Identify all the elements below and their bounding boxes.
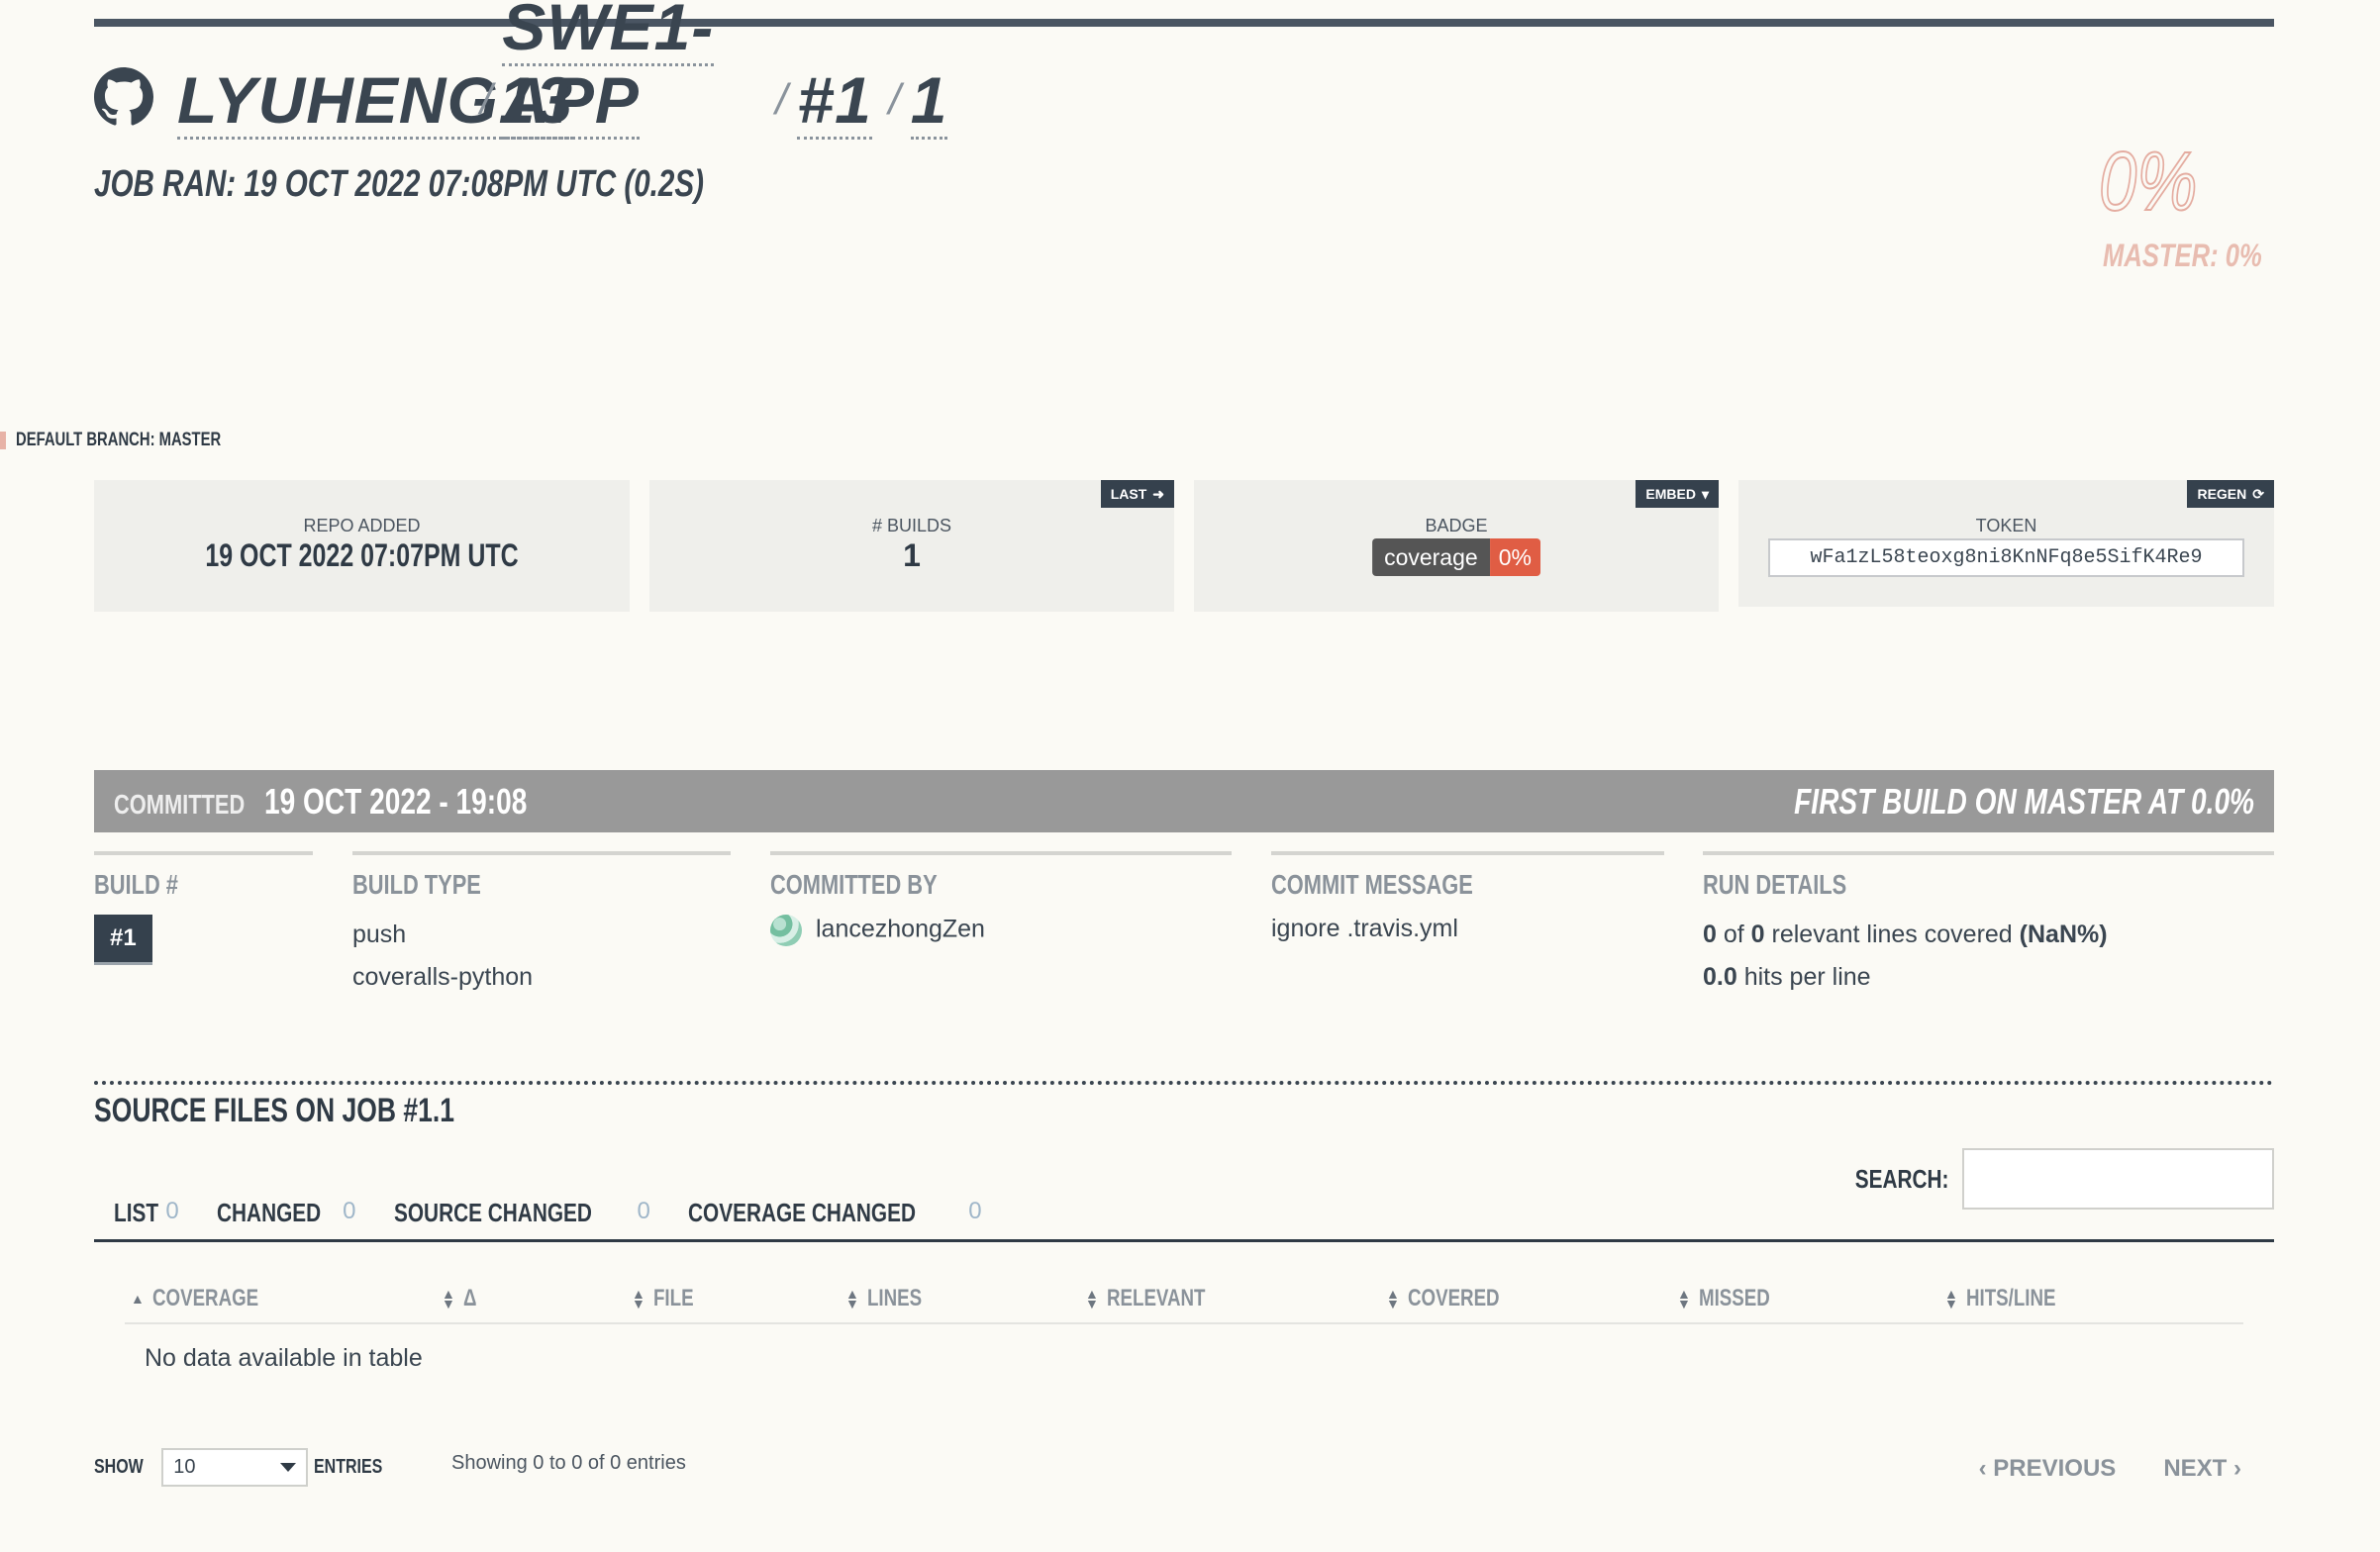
builds-card: LAST ➜ # BUILDS 1 <box>649 480 1174 612</box>
sort-icon: ▲ ▼ <box>442 1286 455 1311</box>
chevron-left-icon: ‹ <box>1978 1455 1994 1482</box>
coverage-percent: 0% <box>2098 134 2198 229</box>
arrow-circle-right-icon: ➜ <box>1152 485 1164 502</box>
last-build-button[interactable]: LAST ➜ <box>1100 480 1174 508</box>
card-label: TOKEN <box>1975 516 2037 535</box>
file-tabs: LIST 0 CHANGED 0 SOURCE CHANGED 0 COVERAGE … <box>94 1198 2274 1242</box>
repo-added-card: REPO ADDED 19 OCT 2022 07:07PM UTC <box>94 480 630 612</box>
sort-asc-icon: ▲ <box>131 1291 145 1307</box>
first-build-summary: FIRST BUILD ON MASTER AT 0.0% <box>1794 780 2254 822</box>
embed-button[interactable]: EMBED ▾ <box>1636 480 1719 508</box>
sort-icon: ▲ ▼ <box>845 1286 859 1311</box>
commit-message-heading: COMMIT MESSAGE <box>1271 869 1473 900</box>
sort-icon: ▲ ▼ <box>1085 1286 1099 1311</box>
build-number-heading: BUILD # <box>94 869 178 900</box>
repo-token-field[interactable]: wFa1zL58teoxg8ni8KnNFq8e5SifK4Re9 <box>1768 538 2244 577</box>
tab-source-changed[interactable]: SOURCE CHANGED 0 <box>374 1198 668 1239</box>
token-card: REGEN ⟳ TOKEN wFa1zL58teoxg8ni8KnNFq8e5S… <box>1738 480 2274 607</box>
column-lines[interactable]: ▲ ▼ LINES <box>845 1285 938 1312</box>
tab-coverage-changed[interactable]: COVERAGE CHANGED 0 <box>668 1198 1000 1239</box>
column-delta[interactable]: ▲ ▼ Δ <box>442 1285 480 1312</box>
avatar <box>770 915 802 946</box>
chevron-right-icon: › <box>2227 1455 2241 1482</box>
card-value: 19 OCT 2022 07:07PM UTC <box>205 537 519 573</box>
default-branch-text: DEFAULT BRANCH: MASTER <box>16 430 222 450</box>
showing-info: Showing 0 to 0 of 0 entries <box>451 1452 686 1474</box>
committer: lancezhongZen <box>770 915 1232 946</box>
breadcrumb-build-link[interactable]: #1 <box>797 63 872 140</box>
chevron-down-icon <box>280 1463 297 1472</box>
previous-button[interactable]: ‹ PREVIOUS <box>1979 1455 2117 1483</box>
breadcrumb-separator: / <box>480 75 493 124</box>
refresh-icon: ⟳ <box>2252 485 2264 502</box>
branch-marker <box>0 432 6 449</box>
column-relevant[interactable]: ▲ ▼ RELEVANT <box>1085 1285 1233 1312</box>
source-files-title: SOURCE FILES ON JOB #1.1 <box>94 1092 455 1129</box>
card-label: BADGE <box>1425 516 1488 535</box>
build-type-value: push <box>352 921 407 948</box>
committer-name[interactable]: lancezhongZen <box>816 916 985 943</box>
sort-icon: ▲ ▼ <box>632 1286 645 1311</box>
table-header: ▲ COVERAGE ▲ ▼ Δ ▲ ▼ FILE ▲ ▼ LINES ▲ ▼ RELEVANT … <box>125 1277 2243 1324</box>
search-label: SEARCH: <box>1854 1163 1948 1194</box>
section-divider <box>94 1081 2274 1085</box>
column-coverage[interactable]: ▲ COVERAGE <box>131 1285 288 1312</box>
breadcrumb-repo-link[interactable]: SWE1-APP <box>502 0 715 140</box>
embed-label: EMBED <box>1645 486 1696 502</box>
commit-message: ignore .travis.yml <box>1271 915 1458 942</box>
column-file[interactable]: ▲ ▼ FILE <box>632 1285 705 1312</box>
commit-bar: COMMITTED 19 OCT 2022 - 19:08 FIRST BUIL… <box>94 770 2274 832</box>
relevant-lines-covered: 0 of 0 relevant lines covered (NaN%) <box>1703 921 2108 948</box>
badge-card: EMBED ▾ BADGE coverage 0% <box>1194 480 1719 612</box>
committed-by-column: COMMITTED BY lancezhongZen <box>770 851 1232 946</box>
build-service-value: coveralls-python <box>352 963 534 991</box>
build-number-badge[interactable]: #1 <box>94 915 152 965</box>
breadcrumb-separator: / <box>888 75 901 124</box>
sort-icon: ▲ ▼ <box>1677 1286 1691 1311</box>
default-branch-label: DEFAULT BRANCH: MASTER <box>0 430 279 451</box>
column-hits-per-line[interactable]: ▲ ▼ HITS/LINE <box>1944 1285 2081 1312</box>
build-type-heading: BUILD TYPE <box>352 869 481 900</box>
pagination: ‹ PREVIOUS NEXT › <box>1979 1455 2241 1483</box>
build-number-column: BUILD # #1 <box>94 851 313 965</box>
card-label: # BUILDS <box>871 516 952 535</box>
badge-left: coverage <box>1372 538 1490 576</box>
entries-label: ENTRIES <box>314 1456 383 1478</box>
hits-per-line: 0.0 hits per line <box>1703 963 1871 991</box>
breadcrumb-separator: / <box>775 75 788 124</box>
sort-icon: ▲ ▼ <box>1386 1286 1400 1311</box>
commit-message-column: COMMIT MESSAGE ignore .travis.yml <box>1271 851 1664 943</box>
run-details-heading: RUN DETAILS <box>1703 869 1847 900</box>
build-type-column: BUILD TYPE push coveralls-python <box>352 851 731 992</box>
next-button[interactable]: NEXT › <box>2163 1455 2241 1483</box>
column-missed[interactable]: ▲ ▼ MISSED <box>1677 1285 1790 1312</box>
card-value: 1 <box>903 537 921 573</box>
caret-down-icon: ▾ <box>1701 485 1709 502</box>
badge-right: 0% <box>1489 538 1540 576</box>
regen-button[interactable]: REGEN ⟳ <box>2187 480 2274 508</box>
github-icon[interactable] <box>94 67 153 127</box>
run-details-column: RUN DETAILS 0 of 0 relevant lines covere… <box>1703 851 2274 992</box>
entries-select[interactable]: 10 <box>161 1448 309 1487</box>
committed-date: 19 OCT 2022 - 19:08 <box>263 780 527 822</box>
tab-list[interactable]: LIST 0 <box>94 1198 197 1239</box>
committed-label: COMMITTED <box>114 788 246 820</box>
breadcrumb: LYUHENG13 / SWE1-APP / #1 / 1 <box>94 0 948 140</box>
tab-changed[interactable]: CHANGED 0 <box>197 1198 374 1239</box>
breadcrumb-job-link[interactable]: 1 <box>910 63 948 140</box>
column-covered[interactable]: ▲ ▼ COVERED <box>1386 1285 1526 1312</box>
last-label: LAST <box>1110 486 1147 502</box>
master-coverage: MASTER: 0% <box>2103 238 2262 273</box>
coverage-badge[interactable]: coverage 0% <box>1372 538 1540 576</box>
entries-value: 10 <box>173 1456 196 1478</box>
entries-control: SHOW 10 ENTRIES <box>94 1448 400 1487</box>
top-rule <box>94 19 2274 27</box>
regen-label: REGEN <box>2197 486 2247 502</box>
sort-icon: ▲ ▼ <box>1944 1286 1958 1311</box>
empty-table-message: No data available in table <box>145 1344 423 1372</box>
job-ran-info: JOB RAN: 19 OCT 2022 07:08PM UTC (0.2S) <box>94 163 705 205</box>
show-label: SHOW <box>94 1456 144 1478</box>
card-label: REPO ADDED <box>303 516 421 535</box>
committed-by-heading: COMMITTED BY <box>770 869 938 900</box>
